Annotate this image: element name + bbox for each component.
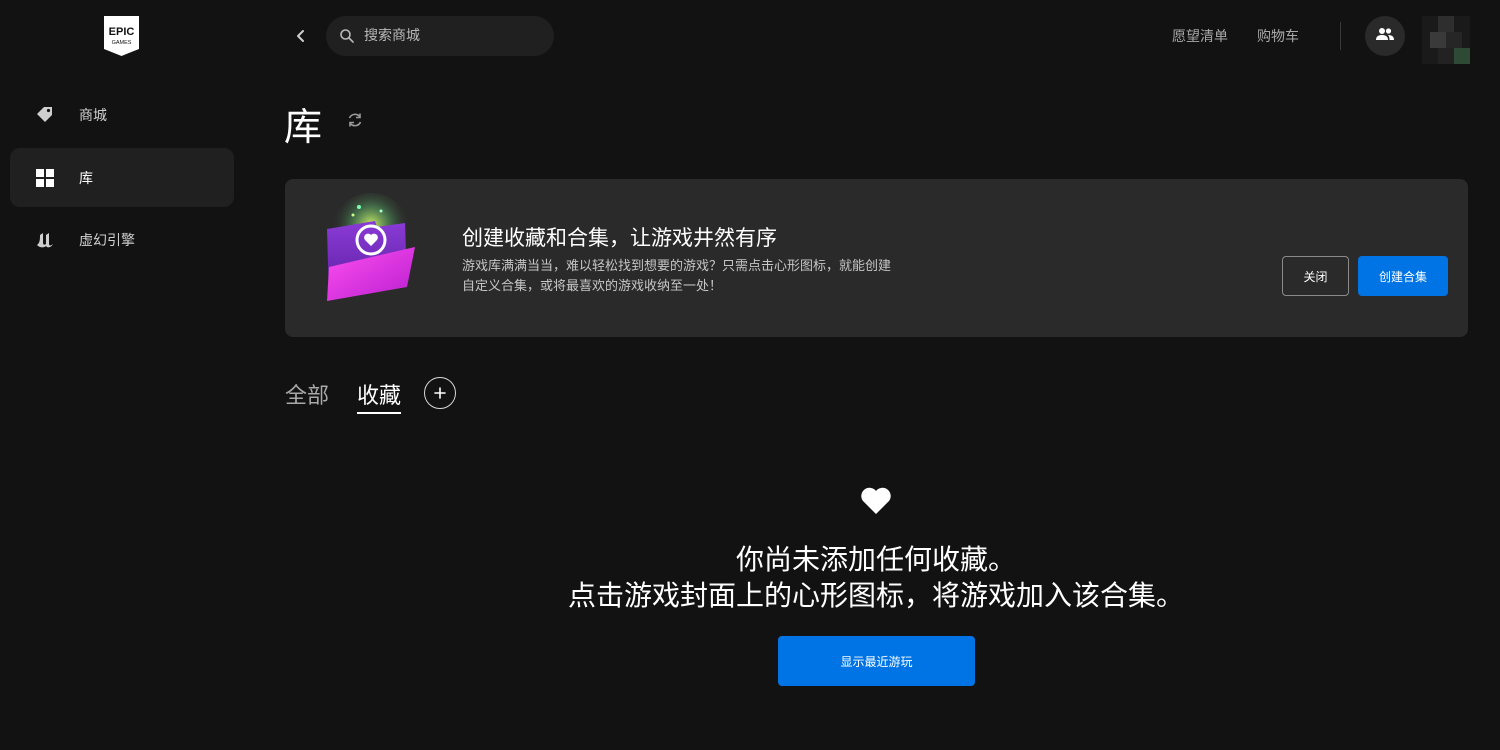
topbar-divider	[1340, 22, 1341, 50]
grid-icon	[34, 167, 56, 189]
friends-button[interactable]	[1365, 16, 1405, 56]
epic-games-launcher: EPIC GAMES 商城 库 虚幻引擎 搜索商城 愿望清单 购物车 库 创建收…	[0, 0, 1500, 750]
create-collection-button[interactable]: 创建合集	[1358, 256, 1448, 296]
sidebar-item-unreal-engine[interactable]: 虚幻引擎	[10, 210, 234, 269]
sidebar-item-label: 虚幻引擎	[79, 232, 135, 249]
empty-state-line-1: 你尚未添加任何收藏。	[735, 543, 1016, 576]
search-icon	[339, 28, 355, 44]
collections-banner: 创建收藏和合集，让游戏井然有序 游戏库满满当当，难以轻松找到想要的游戏？只需点击…	[285, 179, 1468, 337]
search-input[interactable]	[364, 16, 544, 56]
close-button[interactable]: 关闭	[1282, 256, 1349, 296]
tab-all[interactable]: 全部	[285, 378, 329, 410]
back-button[interactable]	[288, 24, 314, 50]
sidebar: EPIC GAMES 商城 库 虚幻引擎	[0, 0, 245, 750]
sidebar-item-store[interactable]: 商城	[10, 85, 234, 144]
epic-games-logo[interactable]: EPIC GAMES	[104, 16, 139, 56]
svg-text:EPIC: EPIC	[109, 26, 135, 38]
page-title: 库	[284, 105, 323, 149]
cart-link[interactable]: 购物车	[1257, 26, 1299, 46]
avatar[interactable]	[1422, 16, 1470, 64]
heart-icon	[860, 487, 892, 515]
friends-icon	[1375, 26, 1395, 46]
banner-description: 游戏库满满当当，难以轻松找到想要的游戏？只需点击心形图标，就能创建自定义合集，或…	[462, 259, 892, 294]
wishlist-link[interactable]: 愿望清单	[1172, 26, 1228, 46]
sidebar-item-library[interactable]: 库	[10, 148, 234, 207]
tag-icon	[34, 104, 56, 126]
sidebar-item-label: 库	[79, 170, 93, 187]
folder-heart-illustration	[315, 193, 425, 308]
unreal-icon	[34, 229, 56, 251]
empty-state-line-2: 点击游戏封面上的心形图标，将游戏加入该合集。	[567, 579, 1184, 612]
svg-text:GAMES: GAMES	[112, 40, 132, 46]
tab-favorites[interactable]: 收藏	[357, 378, 402, 414]
banner-title: 创建收藏和合集，让游戏井然有序	[462, 226, 777, 250]
sidebar-item-label: 商城	[79, 107, 107, 124]
chevron-left-icon	[295, 28, 307, 47]
refresh-icon[interactable]	[346, 111, 364, 129]
plus-icon	[434, 384, 446, 403]
show-recently-played-button[interactable]: 显示最近游玩	[778, 636, 975, 686]
search-bar	[326, 16, 554, 56]
add-collection-button[interactable]	[424, 377, 456, 409]
